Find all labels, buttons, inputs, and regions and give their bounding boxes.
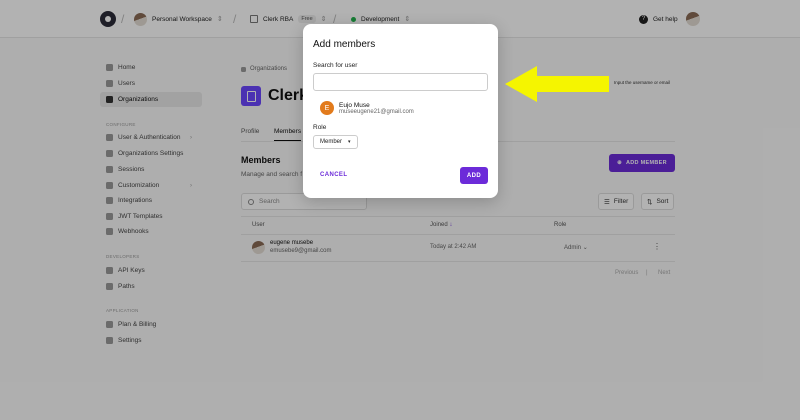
cancel-button[interactable]: CANCEL — [320, 172, 347, 178]
chevron-down-icon: ▾ — [348, 139, 351, 145]
annotation-arrow-icon — [505, 66, 609, 102]
user-suggestion[interactable]: E Eujo Muse museeugene21@gmail.com — [320, 101, 414, 115]
user-initial-avatar: E — [320, 101, 334, 115]
search-user-label: Search for user — [313, 62, 358, 69]
suggestion-name: Eujo Muse — [339, 101, 370, 109]
add-members-dialog: Add members Search for user E Eujo Muse … — [303, 24, 498, 198]
role-select-value: Member — [320, 139, 343, 145]
suggestion-email: museeugene21@gmail.com — [339, 108, 414, 115]
dialog-title: Add members — [313, 39, 376, 50]
role-select[interactable]: Member ▾ — [313, 135, 358, 149]
user-search-input[interactable] — [313, 73, 488, 91]
annotation-note: Input the username or email — [614, 80, 671, 85]
add-button[interactable]: ADD — [460, 167, 488, 184]
role-label: Role — [313, 124, 327, 131]
